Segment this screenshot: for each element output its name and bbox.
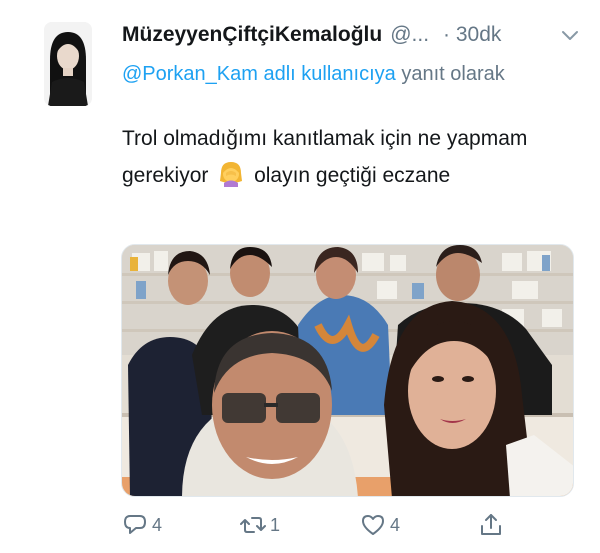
reply-icon (124, 515, 146, 534)
retweet-button[interactable]: 1 (240, 512, 280, 538)
avatar[interactable] (44, 22, 92, 106)
pharmacy-group-selfie-image (122, 245, 573, 496)
author-handle[interactable]: @... (390, 23, 429, 47)
chevron-down-icon[interactable] (560, 26, 580, 46)
author-name[interactable]: MüzeyyenÇiftçiKemaloğlu (122, 23, 382, 47)
retweet-icon (240, 517, 266, 533)
like-icon (362, 515, 384, 535)
reply-context: @Porkan_Kam adlı kullanıcıya yanıt olara… (122, 58, 532, 90)
tweet-text-part2: olayın geçtiği eczane (254, 164, 451, 187)
reply-mention-link[interactable]: @Porkan_Kam adlı kullanıcıya (122, 63, 396, 85)
tweet-actions: 4 1 4 (122, 512, 562, 544)
like-button[interactable]: 4 (360, 512, 400, 538)
woman-facepalming-emoji (220, 162, 243, 187)
reply-context-suffix: yanıt olarak (395, 63, 505, 85)
tweet-timestamp[interactable]: · 30dk (443, 23, 501, 47)
reply-button[interactable]: 4 (122, 512, 162, 538)
reply-count: 4 (152, 514, 163, 535)
retweet-count: 1 (270, 514, 281, 535)
tweet-photo[interactable] (121, 244, 574, 497)
share-button[interactable] (478, 512, 504, 538)
share-icon (481, 514, 501, 535)
avatar-image (44, 22, 92, 106)
tweet-header: MüzeyyenÇiftçiKemaloğlu @... · 30dk (122, 20, 582, 50)
like-count: 4 (390, 514, 401, 535)
tweet-text: Trol olmadığımı kanıtlamak için ne yapma… (122, 120, 542, 194)
